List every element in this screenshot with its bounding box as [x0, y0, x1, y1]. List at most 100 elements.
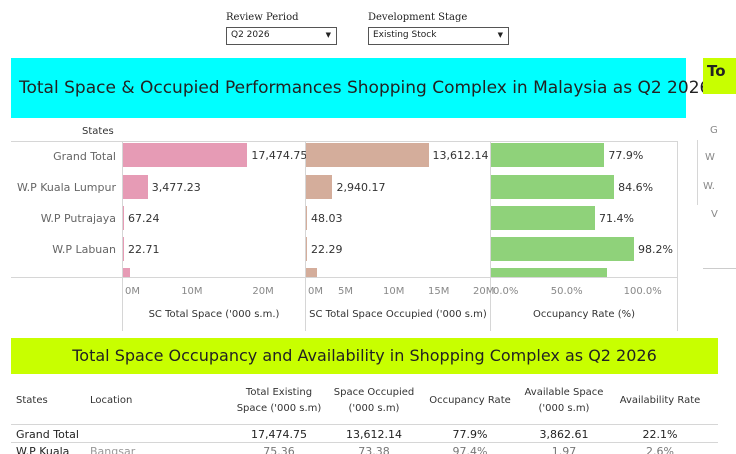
- bar-1-putrajaya[interactable]: [123, 206, 124, 230]
- review-period-value: Q2 2026: [231, 30, 270, 40]
- cell-available: 1.97: [551, 445, 577, 454]
- cell-occupied: 73.38: [358, 445, 390, 454]
- cell-occupancy-rate: 97.4%: [452, 445, 488, 454]
- row-label-labuan: W.P Labuan: [52, 243, 116, 256]
- side-title-band: To: [703, 58, 736, 94]
- development-stage-dropdown[interactable]: Existing Stock ▼: [368, 27, 509, 45]
- col-header-available-space-line2: ('000 s.m): [538, 403, 590, 414]
- chevron-down-icon: ▼: [325, 31, 331, 39]
- bar-2-putrajaya[interactable]: [306, 206, 307, 230]
- bar-1-labuan[interactable]: [123, 237, 124, 261]
- side-item-3: V: [711, 209, 718, 220]
- col-header-available-space[interactable]: Available Space ('000 s.m): [518, 385, 610, 417]
- main-title: Total Space & Occupied Performances Shop…: [19, 78, 711, 98]
- side-title: To: [707, 62, 726, 80]
- axis-tick-label: 20M: [473, 286, 495, 297]
- col-header-states[interactable]: States: [16, 393, 48, 409]
- axis-tick-label: 100.0%: [623, 286, 662, 297]
- axis-tick-label: 0.0%: [493, 286, 519, 297]
- col-header-location[interactable]: Location: [90, 393, 132, 409]
- axis-tick-label: 10M: [181, 286, 203, 297]
- chevron-down-icon: ▼: [497, 31, 503, 39]
- bar-2-grand-total[interactable]: [306, 143, 429, 167]
- row-label-grand-total: Grand Total: [53, 150, 116, 163]
- development-stage-filter: Development Stage Existing Stock ▼: [368, 12, 510, 48]
- chart-divider-3: [490, 141, 491, 331]
- bar-value-label: 67.24: [128, 212, 160, 225]
- table-title: Total Space Occupancy and Availability i…: [72, 346, 657, 365]
- col-header-space-occupied-line1: Space Occupied: [333, 387, 415, 398]
- bar-value-label: 2,940.17: [336, 181, 386, 194]
- axis-tick-label: 50.0%: [550, 286, 583, 297]
- chart-axis-line: [11, 277, 677, 278]
- col-header-total-existing-line1: Total Existing: [245, 387, 313, 398]
- axis-tick-label: 20M: [252, 286, 274, 297]
- cell-occupancy-rate: 77.9%: [452, 428, 488, 441]
- bar-2-labuan[interactable]: [306, 237, 307, 261]
- cell-availability-rate: 2.6%: [646, 445, 674, 454]
- bar-value-label: 71.4%: [598, 212, 634, 225]
- bar-1-grand-total[interactable]: [123, 143, 248, 167]
- side-item-1: W: [705, 152, 715, 163]
- bar-value-label: 17,474.75: [251, 149, 308, 162]
- col-header-availability-rate[interactable]: Availability Rate: [612, 393, 708, 409]
- side-item-2: W.: [703, 181, 715, 192]
- row-label-kuala-lumpur: W.P Kuala Lumpur: [16, 181, 116, 194]
- col-header-available-space-line1: Available Space: [524, 387, 604, 398]
- bar-value-label: 22.29: [311, 243, 343, 256]
- col-header-total-existing[interactable]: Total Existing Space ('000 s.m): [230, 385, 328, 417]
- cell-availability-rate: 22.1%: [642, 428, 678, 441]
- development-stage-value: Existing Stock: [373, 30, 437, 40]
- col-header-space-occupied-line2: ('000 s.m): [348, 403, 400, 414]
- axis-tick-label: 15M: [428, 286, 450, 297]
- table-header-divider: [11, 424, 718, 425]
- axis-tick-label: 5M: [338, 286, 353, 297]
- cell-location: Bangsar: [90, 445, 136, 454]
- review-period-label: Review Period: [226, 12, 299, 23]
- review-period-filter: Review Period Q2 2026 ▼: [226, 12, 338, 48]
- col-header-total-existing-line2: Space ('000 s.m): [236, 403, 322, 414]
- bar-3-kuala-lumpur[interactable]: [491, 175, 615, 199]
- main-title-band: Total Space & Occupied Performances Shop…: [11, 58, 710, 118]
- bar-value-label: 77.9%: [608, 149, 644, 162]
- axis-title: Occupancy Rate (%): [532, 309, 636, 320]
- bar-1-partial[interactable]: [123, 268, 131, 277]
- chart-divider-2: [305, 141, 306, 331]
- cell-state: Grand Total: [16, 428, 79, 441]
- table-title-band: Total Space Occupancy and Availability i…: [11, 338, 718, 374]
- table-row-divider: [11, 442, 718, 443]
- axis-tick-label: 0M: [125, 286, 140, 297]
- bar-3-partial[interactable]: [491, 268, 608, 277]
- bar-3-grand-total[interactable]: [491, 143, 605, 167]
- row-label-putrajaya: W.P Putrajaya: [40, 212, 116, 225]
- axis-tick-label: 0M: [308, 286, 323, 297]
- side-item-0: G: [710, 125, 718, 136]
- side-divider: [703, 268, 736, 269]
- review-period-dropdown[interactable]: Q2 2026 ▼: [226, 27, 337, 45]
- bar-value-label: 98.2%: [637, 243, 673, 256]
- chart-divider-4: [677, 141, 678, 331]
- bar-value-label: 3,477.23: [151, 181, 201, 194]
- side-divider-vertical: [697, 140, 698, 205]
- cell-total: 75.36: [263, 445, 295, 454]
- bar-3-labuan[interactable]: [491, 237, 634, 261]
- cell-total: 17,474.75: [251, 428, 307, 441]
- states-header: States: [82, 126, 114, 137]
- bar-1-kuala-lumpur[interactable]: [123, 175, 148, 199]
- col-header-occupancy-rate[interactable]: Occupancy Rate: [422, 393, 518, 409]
- bar-2-kuala-lumpur[interactable]: [306, 175, 333, 199]
- development-stage-label: Development Stage: [368, 12, 468, 23]
- axis-title: SC Total Space Occupied ('000 s.m): [309, 309, 487, 320]
- cell-occupied: 13,612.14: [346, 428, 402, 441]
- axis-tick-label: 10M: [383, 286, 405, 297]
- chart-top-border: [11, 141, 677, 142]
- cell-available: 3,862.61: [539, 428, 589, 441]
- bar-value-label: 22.71: [128, 243, 160, 256]
- bar-2-partial[interactable]: [306, 268, 317, 277]
- bar-value-label: 48.03: [311, 212, 343, 225]
- chart-divider-1: [122, 141, 123, 331]
- bar-3-putrajaya[interactable]: [491, 206, 595, 230]
- cell-state: W.P Kuala: [16, 445, 70, 454]
- col-header-space-occupied[interactable]: Space Occupied ('000 s.m): [328, 385, 420, 417]
- bar-value-label: 84.6%: [618, 181, 654, 194]
